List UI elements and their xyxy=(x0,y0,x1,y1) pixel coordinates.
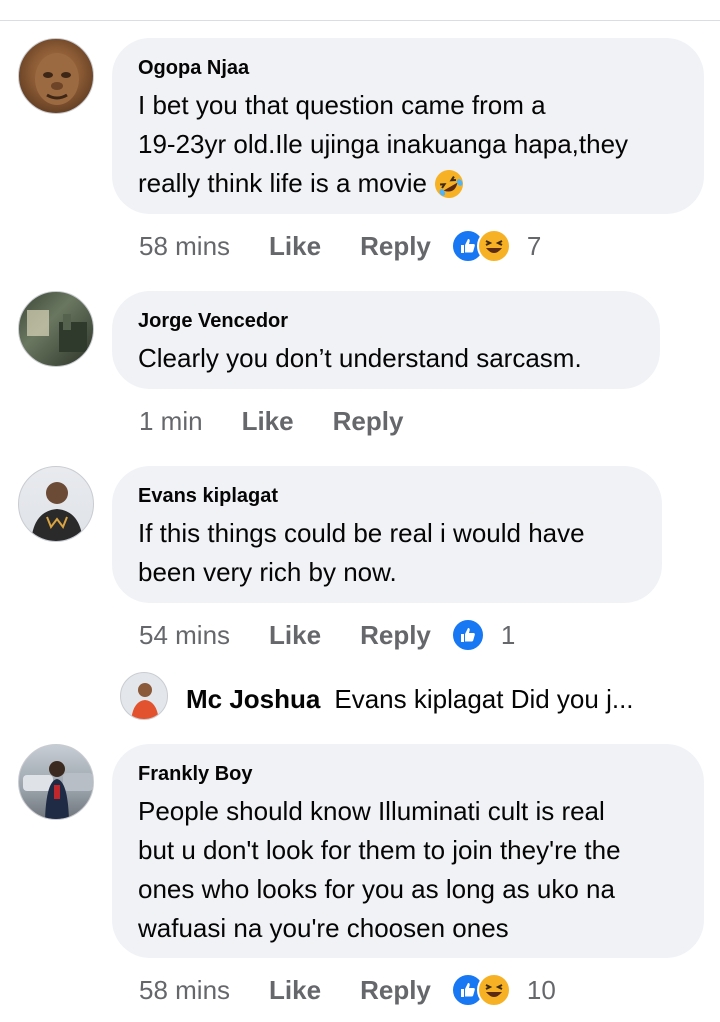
avatar-person-image xyxy=(131,683,159,719)
avatar[interactable] xyxy=(18,466,94,542)
avatar-person-image xyxy=(31,482,83,541)
comment-text: If this things could be real i would hav… xyxy=(138,514,636,592)
comment-meta: 54 mins Like Reply 1 xyxy=(139,615,515,655)
reaction-count: 7 xyxy=(526,230,542,261)
reply-button[interactable]: Reply xyxy=(360,231,431,262)
reply-avatar[interactable] xyxy=(120,672,168,720)
comment-time[interactable]: 1 min xyxy=(139,406,203,437)
comment-text: I bet you that question came from a 19-2… xyxy=(138,86,678,203)
comment-author[interactable]: Jorge Vencedor xyxy=(138,309,634,333)
avatar[interactable] xyxy=(18,744,94,820)
comment-line: but u don't look for them to join they'r… xyxy=(138,835,621,865)
avatar-person-image xyxy=(23,761,93,819)
avatar-face-image xyxy=(35,53,79,105)
reaction-summary[interactable]: 1 xyxy=(450,618,516,652)
comment-line: People should know Illuminati cult is re… xyxy=(138,796,605,826)
comment-time[interactable]: 58 mins xyxy=(139,231,230,262)
comment-line: If this things could be real i would hav… xyxy=(138,518,585,548)
rofl-emoji-icon xyxy=(435,169,463,198)
comment-meta: 1 min Like Reply xyxy=(139,401,403,441)
comment-bubble[interactable]: Jorge Vencedor Clearly you don’t underst… xyxy=(112,291,660,389)
comment-line: wafuasi na you're choosen ones xyxy=(138,913,509,943)
comment-line: Clearly you don’t understand sarcasm. xyxy=(138,343,582,373)
haha-reaction-icon xyxy=(476,229,511,263)
reaction-count: 1 xyxy=(500,619,516,650)
comment-line-text: really think life is a movie xyxy=(138,168,427,198)
comment-time[interactable]: 54 mins xyxy=(139,620,230,651)
comment-bubble[interactable]: Evans kiplagat If this things could be r… xyxy=(112,466,662,603)
like-button[interactable]: Like xyxy=(269,231,321,262)
comment-line: I bet you that question came from a xyxy=(138,90,546,120)
reply-button[interactable]: Reply xyxy=(360,620,431,651)
reply-preview[interactable]: Mc Joshua Evans kiplagat Did you j... xyxy=(186,675,634,723)
reaction-summary[interactable]: 7 xyxy=(450,229,542,263)
like-button[interactable]: Like xyxy=(269,975,321,1006)
like-button[interactable]: Like xyxy=(242,406,294,437)
reply-author[interactable]: Mc Joshua xyxy=(186,684,320,715)
comment-text: Clearly you don’t understand sarcasm. xyxy=(138,339,634,378)
comment-bubble[interactable]: Ogopa Njaa I bet you that question came … xyxy=(112,38,704,214)
avatar-room-image xyxy=(27,310,87,352)
comment-text: People should know Illuminati cult is re… xyxy=(138,792,678,948)
comment-meta: 58 mins Like Reply 7 xyxy=(139,226,541,266)
reply-button[interactable]: Reply xyxy=(333,406,404,437)
comment-author[interactable]: Ogopa Njaa xyxy=(138,56,678,80)
comment-line: really think life is a movie xyxy=(138,164,678,203)
avatar[interactable] xyxy=(18,38,94,114)
haha-reaction-icon xyxy=(476,973,511,1007)
comment-author[interactable]: Frankly Boy xyxy=(138,762,678,786)
comment-bubble[interactable]: Frankly Boy People should know Illuminat… xyxy=(112,744,704,958)
avatar[interactable] xyxy=(18,291,94,367)
reply-text: Evans kiplagat Did you j... xyxy=(334,683,634,714)
comment-line: ones who looks for you as long as uko na xyxy=(138,874,615,904)
reaction-summary[interactable]: 10 xyxy=(450,973,556,1007)
like-button[interactable]: Like xyxy=(269,620,321,651)
top-divider xyxy=(0,20,720,21)
reply-button[interactable]: Reply xyxy=(360,975,431,1006)
comment-meta: 58 mins Like Reply 10 xyxy=(139,970,556,1010)
comment-line: been very rich by now. xyxy=(138,557,397,587)
comment-time[interactable]: 58 mins xyxy=(139,975,230,1006)
reaction-count: 10 xyxy=(526,974,556,1005)
like-reaction-icon xyxy=(450,618,485,652)
comment-author[interactable]: Evans kiplagat xyxy=(138,484,636,508)
comment-line: 19-23yr old.Ile ujinga inakuanga hapa,th… xyxy=(138,129,629,159)
